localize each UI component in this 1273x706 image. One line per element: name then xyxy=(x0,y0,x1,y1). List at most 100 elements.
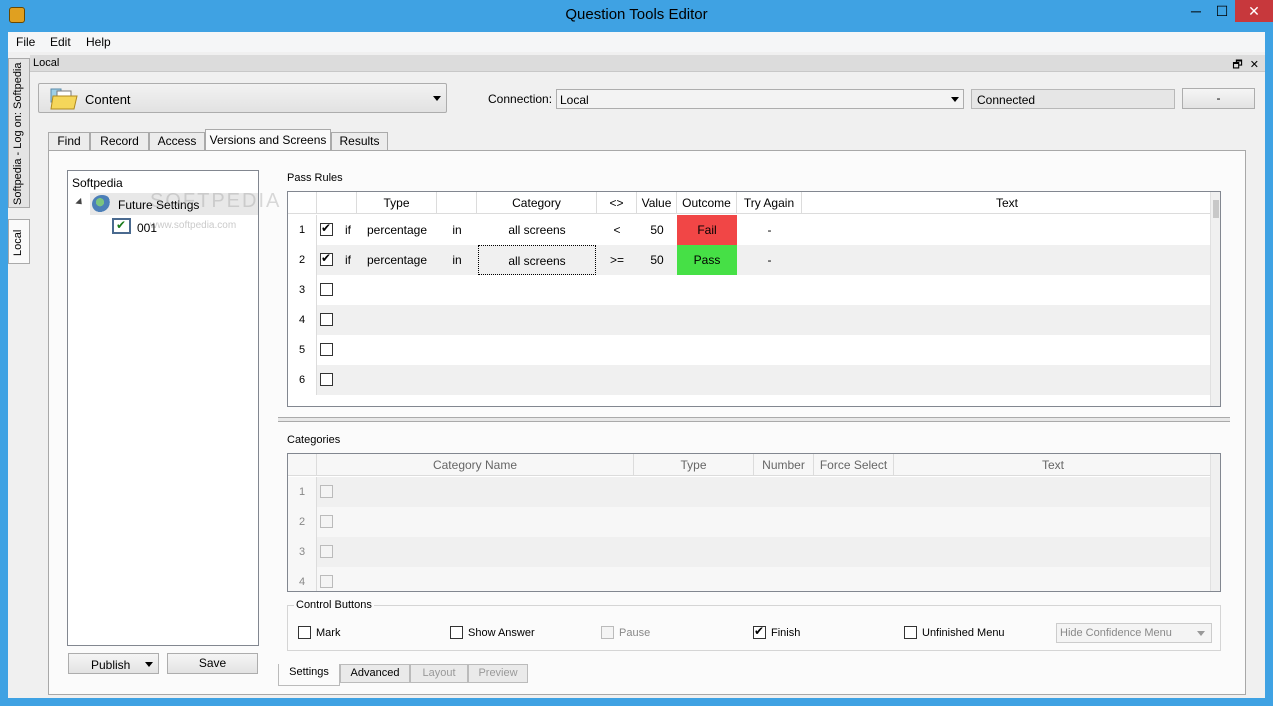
side-tab-softpedia-label: Softpedia - Log on: Softpedia xyxy=(12,62,24,206)
col-number[interactable]: Number xyxy=(754,454,814,476)
rule-in: in xyxy=(452,223,462,237)
rule-enabled-checkbox[interactable] xyxy=(320,283,333,296)
pass-rules-title: Pass Rules xyxy=(287,172,343,184)
category-checkbox[interactable] xyxy=(320,515,333,528)
show-answer-label: Show Answer xyxy=(468,627,535,639)
side-tab-local[interactable]: Local xyxy=(8,219,30,264)
table-row[interactable]: 4 xyxy=(288,305,1212,335)
tab-record[interactable]: Record xyxy=(90,132,149,151)
table-row[interactable]: 5 xyxy=(288,335,1212,365)
connection-status-text: Connected xyxy=(977,93,1036,107)
rule-try-again[interactable]: - xyxy=(737,215,802,245)
menu-edit[interactable]: Edit xyxy=(50,35,71,49)
control-buttons-title: Control Buttons xyxy=(294,599,374,611)
side-tab-softpedia[interactable]: Softpedia - Log on: Softpedia xyxy=(8,58,30,208)
col-try-again[interactable]: Try Again xyxy=(737,192,802,214)
col-text[interactable]: Text xyxy=(894,454,1212,476)
rule-enabled-checkbox[interactable] xyxy=(320,251,333,266)
menu-file[interactable]: File xyxy=(16,35,35,49)
table-row[interactable]: 3 xyxy=(288,537,1212,567)
rule-enabled-checkbox[interactable] xyxy=(320,343,333,356)
rule-try-again[interactable]: - xyxy=(737,245,802,275)
table-row[interactable]: 6 xyxy=(288,365,1212,395)
version-tree[interactable]: Softpedia Future Settings 001 xyxy=(67,170,259,646)
table-row[interactable]: 4 xyxy=(288,567,1212,591)
rule-enabled-checkbox[interactable] xyxy=(320,373,333,386)
table-row[interactable]: 2 xyxy=(288,507,1212,537)
header-blank xyxy=(317,192,357,214)
tab-layout[interactable]: Layout xyxy=(410,664,468,683)
show-answer-checkbox[interactable] xyxy=(450,626,463,639)
rule-category[interactable]: all screens xyxy=(478,245,596,275)
row-number: 4 xyxy=(288,305,317,335)
side-tab-local-label: Local xyxy=(12,229,24,256)
row-number: 3 xyxy=(288,275,317,305)
rule-type[interactable]: percentage xyxy=(357,215,437,245)
tab-advanced[interactable]: Advanced xyxy=(340,664,410,683)
col-operator[interactable]: <> xyxy=(597,192,637,214)
category-checkbox[interactable] xyxy=(320,485,333,498)
col-force-select[interactable]: Force Select xyxy=(814,454,894,476)
table-row[interactable]: 1 if percentage in all screens < 50 Fail… xyxy=(288,215,1212,245)
col-text[interactable]: Text xyxy=(802,192,1212,214)
col-type[interactable]: Type xyxy=(634,454,754,476)
scrollbar-thumb[interactable] xyxy=(1213,200,1219,218)
close-icon[interactable]: ✕ xyxy=(1250,59,1259,71)
rule-outcome[interactable]: Pass xyxy=(677,245,737,275)
panel-splitter[interactable] xyxy=(278,417,1230,422)
category-checkbox[interactable] xyxy=(320,575,333,588)
rule-outcome[interactable]: Fail xyxy=(677,215,737,245)
tab-settings[interactable]: Settings xyxy=(278,664,340,686)
categories-scrollbar[interactable] xyxy=(1210,454,1220,591)
watermark: SOFTPEDIA xyxy=(150,190,282,212)
table-row[interactable]: 3 xyxy=(288,275,1212,305)
category-checkbox[interactable] xyxy=(320,545,333,558)
pass-rules-header: Type Category <> Value Outcome Try Again… xyxy=(288,192,1212,214)
tab-results[interactable]: Results xyxy=(331,132,388,151)
rule-value[interactable]: 50 xyxy=(637,215,677,245)
pass-rules-grid[interactable]: Type Category <> Value Outcome Try Again… xyxy=(287,191,1221,407)
vertical-tabs: Softpedia - Log on: Softpedia Local xyxy=(8,54,30,698)
chevron-down-icon xyxy=(145,662,153,667)
rule-value[interactable]: 50 xyxy=(637,245,677,275)
tab-preview[interactable]: Preview xyxy=(468,664,528,683)
rule-enabled-checkbox[interactable] xyxy=(320,313,333,326)
rule-operator[interactable]: < xyxy=(597,215,637,245)
rule-enabled-checkbox[interactable] xyxy=(320,221,333,236)
col-category[interactable]: Category xyxy=(477,192,597,214)
content-dropdown-value: Content xyxy=(85,92,131,107)
row-number: 3 xyxy=(288,537,317,567)
col-type[interactable]: Type xyxy=(357,192,437,214)
restore-icon[interactable]: 🗗 xyxy=(1232,59,1242,71)
close-button[interactable]: ✕ xyxy=(1235,0,1273,22)
row-number: 1 xyxy=(288,215,317,245)
chevron-down-icon xyxy=(1197,631,1205,636)
unfinished-menu-checkbox[interactable] xyxy=(904,626,917,639)
categories-grid[interactable]: Category Name Type Number Force Select T… xyxy=(287,453,1221,592)
tree-root[interactable]: Softpedia xyxy=(72,176,123,190)
table-row[interactable]: 2 if percentage in all screens >= 50 Pas… xyxy=(288,245,1212,275)
tree-expand-icon[interactable] xyxy=(75,197,85,208)
connection-action-button[interactable]: - xyxy=(1182,88,1255,109)
publish-button[interactable]: Publish xyxy=(68,653,159,674)
table-row[interactable]: 1 xyxy=(288,477,1212,507)
connection-select[interactable]: Local xyxy=(556,89,964,109)
rule-type[interactable]: percentage xyxy=(357,245,437,275)
pass-rules-scrollbar[interactable] xyxy=(1210,192,1220,406)
save-button[interactable]: Save xyxy=(167,653,258,674)
rule-category[interactable]: all screens xyxy=(477,215,597,245)
menu-help[interactable]: Help xyxy=(86,35,111,49)
unfinished-menu-label: Unfinished Menu xyxy=(922,627,1005,639)
col-category-name[interactable]: Category Name xyxy=(317,454,634,476)
col-value[interactable]: Value xyxy=(637,192,677,214)
rule-operator[interactable]: >= xyxy=(597,245,637,275)
maximize-button[interactable]: ☐ xyxy=(1209,0,1235,22)
tab-versions-and-screens[interactable]: Versions and Screens xyxy=(205,129,331,151)
tab-find[interactable]: Find xyxy=(48,132,90,151)
minimize-button[interactable]: ─ xyxy=(1183,0,1209,22)
mark-checkbox[interactable] xyxy=(298,626,311,639)
col-outcome[interactable]: Outcome xyxy=(677,192,737,214)
content-dropdown[interactable]: Content xyxy=(38,83,447,113)
tab-access[interactable]: Access xyxy=(149,132,205,151)
finish-checkbox[interactable] xyxy=(753,624,766,639)
